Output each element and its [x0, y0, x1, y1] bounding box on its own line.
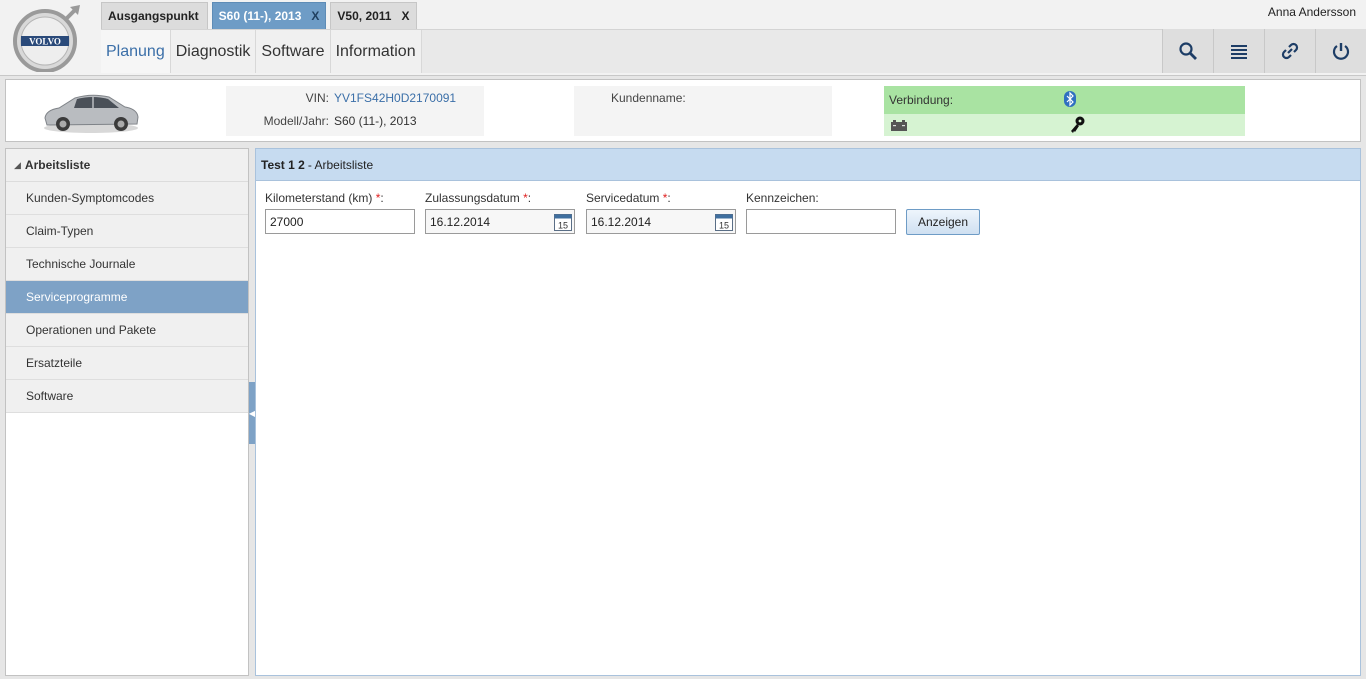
calendar-icon[interactable]: 15 — [715, 213, 733, 231]
registration-date-label: Zulassungsdatum *: — [425, 191, 531, 205]
battery-icon — [891, 120, 907, 131]
tab-close-icon[interactable]: X — [401, 9, 409, 23]
sidebar-header-label: Arbeitsliste — [24, 158, 91, 172]
mileage-label-text: Kilometerstand (km) — [265, 191, 373, 205]
service-date-value: 16.12.2014 — [591, 214, 652, 229]
connection-label: Verbindung: — [889, 93, 954, 107]
customer-panel: Kundenname: — [574, 86, 832, 136]
mileage-label: Kilometerstand (km) *: — [265, 191, 384, 205]
toolbar — [1162, 29, 1366, 73]
service-date-input[interactable]: 16.12.2014 15 — [586, 209, 736, 234]
show-button[interactable]: Anzeigen — [906, 209, 980, 235]
tab-close-icon[interactable]: X — [311, 9, 319, 23]
svg-text:VOLVO: VOLVO — [29, 37, 61, 47]
label-colon: : — [667, 191, 671, 205]
svg-text:15: 15 — [558, 221, 568, 231]
search-icon — [1179, 42, 1197, 60]
sidebar-item-kunden-symptomcodes[interactable]: Kunden-Symptomcodes — [6, 182, 248, 215]
connection-device-row — [884, 114, 1245, 136]
mileage-input[interactable]: 27000 — [265, 209, 415, 234]
tab-s60-2013[interactable]: S60 (11-), 2013 X — [211, 2, 327, 29]
license-plate-label: Kennzeichen: — [746, 191, 819, 205]
nav-planung[interactable]: Planung — [101, 30, 171, 73]
customer-name-label: Kundenname: — [611, 91, 686, 105]
mileage-value: 27000 — [270, 214, 304, 229]
sidebar-item-software[interactable]: Software — [6, 380, 248, 413]
nav-software[interactable]: Software — [256, 30, 331, 73]
car-image — [44, 94, 139, 133]
service-date-label-text: Servicedatum — [586, 191, 660, 205]
label-colon: : — [380, 191, 384, 205]
user-name: Anna Andersson — [1267, 5, 1356, 19]
service-date-label: Servicedatum *: — [586, 191, 671, 205]
search-button[interactable] — [1162, 29, 1213, 73]
sidebar-item-technische-journale[interactable]: Technische Journale — [6, 248, 248, 281]
collapse-triangle-icon: ◢ — [14, 159, 21, 170]
tab-ausgangspunkt[interactable]: Ausgangspunkt — [101, 2, 208, 29]
service-program-panel: Test 1 2 - Arbeitsliste Kilometerstand (… — [255, 148, 1361, 676]
connection-panel: Verbindung: — [884, 86, 1245, 136]
sidebar-item-claim-typen[interactable]: Claim-Typen — [6, 215, 248, 248]
connection-status-row: Verbindung: — [884, 86, 1245, 114]
panel-title: Test 1 2 - Arbeitsliste — [256, 149, 1360, 181]
bluetooth-icon — [1064, 91, 1076, 107]
registration-date-label-text: Zulassungsdatum — [425, 191, 520, 205]
model-year-value: S60 (11-), 2013 — [334, 114, 417, 128]
sidebar-header[interactable]: ◢ Arbeitsliste — [6, 149, 248, 182]
vehicle-info-bar: VIN: YV1FS42H0D2170091 Modell/Jahr: S60 … — [5, 79, 1361, 142]
tab-label: S60 (11-), 2013 — [218, 9, 302, 23]
sidebar-item-serviceprogramme[interactable]: Serviceprogramme — [6, 281, 248, 314]
power-icon — [1332, 43, 1350, 60]
worklist-sidebar: ◢ Arbeitsliste Kunden-Symptomcodes Claim… — [5, 148, 249, 676]
sidebar-item-ersatzteile[interactable]: Ersatzteile — [6, 347, 248, 380]
menu-button[interactable] — [1213, 29, 1264, 73]
sidebar-item-operationen-und-pakete[interactable]: Operationen und Pakete — [6, 314, 248, 347]
registration-date-input[interactable]: 16.12.2014 15 — [425, 209, 575, 234]
vin-panel: VIN: YV1FS42H0D2170091 Modell/Jahr: S60 … — [226, 86, 484, 136]
vehicle-tabs: Ausgangspunkt S60 (11-), 2013 X V50, 201… — [101, 2, 421, 30]
model-year-label: Modell/Jahr: — [263, 114, 329, 128]
panel-title-suffix: - Arbeitsliste — [307, 157, 374, 172]
volvo-logo[interactable]: VOLVO — [10, 4, 84, 72]
panel-title-name: Test 1 2 — [261, 157, 305, 172]
nav-information[interactable]: Information — [330, 30, 422, 73]
tab-label: Ausgangspunkt — [108, 9, 199, 23]
vin-label: VIN: — [305, 91, 329, 105]
tab-label: V50, 2011 — [337, 9, 392, 23]
license-plate-input[interactable] — [746, 209, 896, 234]
main-navigation: Planung Diagnostik Software Information — [101, 30, 422, 73]
power-button[interactable] — [1315, 29, 1366, 73]
label-colon: : — [527, 191, 532, 205]
app-header: VOLVO Ausgangspunkt S60 (11-), 2013 X V5… — [0, 0, 1366, 76]
list-icon — [1231, 45, 1247, 59]
ignition-key-icon — [1071, 116, 1085, 133]
vin-value[interactable]: YV1FS42H0D2170091 — [334, 91, 456, 105]
link-icon — [1281, 42, 1299, 60]
nav-diagnostik[interactable]: Diagnostik — [170, 30, 257, 73]
registration-date-value: 16.12.2014 — [430, 214, 491, 229]
connection-link-button[interactable] — [1264, 29, 1315, 73]
svg-text:15: 15 — [719, 221, 729, 231]
tab-v50-2011[interactable]: V50, 2011 X — [330, 2, 417, 29]
calendar-icon[interactable]: 15 — [554, 213, 572, 231]
